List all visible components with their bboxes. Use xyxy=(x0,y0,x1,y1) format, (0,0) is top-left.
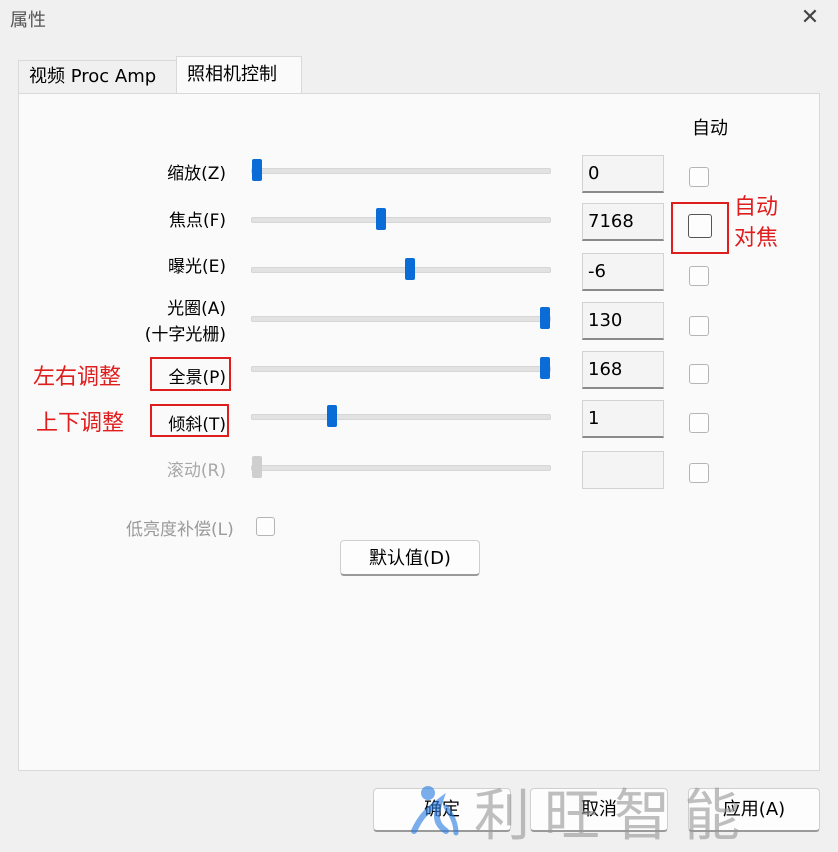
exposure-value[interactable]: -6 xyxy=(582,253,664,291)
roll-slider xyxy=(251,456,551,478)
zoom-slider[interactable] xyxy=(251,159,551,181)
iris-label: 光圈(A) (十字光栅) xyxy=(26,296,226,348)
focus-value[interactable]: 7168 xyxy=(582,203,664,241)
tilt-value[interactable]: 1 xyxy=(582,400,664,438)
pan-highlight-box xyxy=(150,357,231,391)
tilt-slider[interactable] xyxy=(251,405,551,427)
iris-value[interactable]: 130 xyxy=(582,302,664,340)
zoom-label: 缩放(Z) xyxy=(167,164,226,184)
pan-slider-thumb[interactable] xyxy=(540,357,550,379)
tilt-auto-checkbox[interactable] xyxy=(689,413,709,433)
roll-auto-checkbox[interactable] xyxy=(689,463,709,483)
auto-column-header: 自动 xyxy=(692,118,728,139)
low-light-checkbox[interactable] xyxy=(256,517,275,536)
exposure-slider[interactable] xyxy=(251,258,551,280)
pan-value[interactable]: 168 xyxy=(582,351,664,389)
exposure-label: 曝光(E) xyxy=(167,257,226,277)
properties-dialog: 属性 ✕ 视频 Proc Amp 照相机控制 自动 缩放(Z) 0 焦点(F) … xyxy=(0,0,838,849)
roll-slider-thumb xyxy=(252,456,262,478)
close-icon[interactable]: ✕ xyxy=(796,4,824,32)
tilt-annotation: 上下调整 xyxy=(36,411,125,436)
focus-label: 焦点(F) xyxy=(168,211,226,231)
iris-slider[interactable] xyxy=(251,307,551,329)
tab-video-proc-amp[interactable]: 视频 Proc Amp xyxy=(18,60,178,93)
low-light-label: 低亮度补偿(L) xyxy=(126,520,234,540)
zoom-slider-thumb[interactable] xyxy=(252,159,262,181)
roll-label: 滚动(R) xyxy=(166,461,226,481)
iris-auto-checkbox[interactable] xyxy=(689,316,709,336)
tilt-highlight-box xyxy=(150,404,229,437)
iris-label-line1: 光圈(A) xyxy=(167,299,226,319)
tilt-slider-thumb[interactable] xyxy=(327,405,337,427)
pan-slider[interactable] xyxy=(251,357,551,379)
autofocus-annotation: 自动 对焦 xyxy=(734,192,778,254)
window-title: 属性 xyxy=(10,10,46,31)
exposure-auto-checkbox[interactable] xyxy=(689,266,709,286)
title-bar: 属性 ✕ xyxy=(0,0,838,36)
roll-value xyxy=(582,451,664,489)
focus-slider[interactable] xyxy=(251,208,551,230)
zoom-value[interactable]: 0 xyxy=(582,155,664,193)
apply-button[interactable]: 应用(A) xyxy=(688,788,820,832)
autofocus-annotation-line1: 自动 xyxy=(734,195,779,220)
exposure-slider-thumb[interactable] xyxy=(405,258,415,280)
focus-slider-thumb[interactable] xyxy=(376,208,386,230)
ok-button[interactable]: 确定 xyxy=(373,788,511,832)
autofocus-highlight-box xyxy=(671,202,729,254)
pan-annotation: 左右调整 xyxy=(33,365,122,390)
tab-camera-control[interactable]: 照相机控制 xyxy=(176,56,302,93)
autofocus-annotation-line2: 对焦 xyxy=(734,226,779,251)
pan-auto-checkbox[interactable] xyxy=(689,364,709,384)
default-button[interactable]: 默认值(D) xyxy=(340,540,480,576)
iris-label-line2: (十字光栅) xyxy=(144,325,226,345)
zoom-auto-checkbox[interactable] xyxy=(689,167,709,187)
cancel-button[interactable]: 取消 xyxy=(530,788,668,832)
iris-slider-thumb[interactable] xyxy=(540,307,550,329)
